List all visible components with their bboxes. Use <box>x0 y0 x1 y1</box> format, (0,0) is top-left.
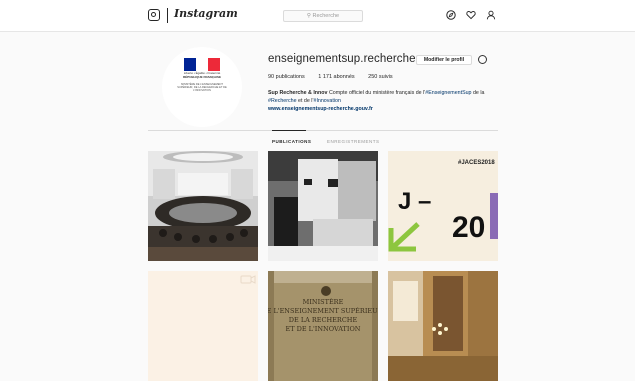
search-input[interactable]: ⚲ Recherche <box>283 10 363 22</box>
settings-gear-icon[interactable] <box>478 55 487 64</box>
website-link[interactable]: www.enseignementsup-recherche.gouv.fr <box>268 106 373 112</box>
profile-stats: 90 publications 1 171 abonnés 250 suivis <box>268 74 405 80</box>
logo-republic-text: RÉPUBLIQUE FRANÇAISE <box>182 74 221 79</box>
post-thumbnail-interior[interactable] <box>388 271 498 381</box>
jaces-hashtag: #JACES2018 <box>458 160 495 166</box>
profile-avatar[interactable]: Liberté • Égalité • Fraternité RÉPUBLIQU… <box>162 47 242 127</box>
top-navigation-bar: Instagram ⚲ Recherche <box>0 0 635 32</box>
interior-chandelier-image <box>388 271 498 381</box>
search-placeholder: Recherche <box>312 13 340 19</box>
profile-user-icon[interactable] <box>486 10 496 20</box>
active-tab-indicator <box>272 130 306 131</box>
followers-count[interactable]: 1 171 abonnés <box>318 74 354 80</box>
french-flag-logo <box>184 58 220 71</box>
jaces-j-text: J – <box>398 188 431 215</box>
edit-profile-button[interactable]: Modifier le profil <box>416 55 472 65</box>
explore-compass-icon[interactable] <box>446 10 456 20</box>
bio-text-3: et de l' <box>298 98 314 104</box>
post-thumbnail-ministry-sign[interactable]: MINISTÈRE DE L'ENSEIGNEMENT SUPÉRIEUR, D… <box>268 271 378 381</box>
post-thumbnail-jaces-countdown[interactable]: #JACES2018 J – 20 <box>388 151 498 261</box>
sign-line-2: DE L'ENSEIGNEMENT SUPÉRIEUR, <box>268 306 378 315</box>
profile-username: enseignementsup.recherche <box>268 53 416 65</box>
posts-count: 90 publications <box>268 74 305 80</box>
tab-saved[interactable]: ENREGISTREMENTS <box>327 139 380 144</box>
bio-text-1: Compte officiel du ministère français de… <box>328 90 426 96</box>
bio-name: Sup Recherche & Innov <box>268 90 328 96</box>
instagram-logo[interactable]: Instagram <box>174 7 238 20</box>
post-thumbnail-video[interactable] <box>148 271 258 381</box>
nav-divider <box>167 8 168 23</box>
following-count[interactable]: 250 suivis <box>368 74 392 80</box>
sign-line-3: DE LA RECHERCHE <box>289 316 358 324</box>
logo-motto: Liberté • Égalité • Fraternité RÉPUBLIQU… <box>180 71 224 79</box>
bio-text-2: de la <box>472 90 485 96</box>
post-thumbnail-exhibition-stand[interactable] <box>268 151 378 261</box>
tab-publications[interactable]: PUBLICATIONS <box>272 139 311 144</box>
sign-line-1: MINISTÈRE <box>303 297 344 306</box>
post-thumbnail-conference-room[interactable] <box>148 151 258 261</box>
sign-line-4: ET DE L'INNOVATION <box>286 325 361 333</box>
pale-video-image <box>148 271 258 381</box>
activity-heart-icon[interactable] <box>466 10 476 20</box>
hashtag-innovation[interactable]: #Innovation <box>314 98 341 104</box>
hashtag-recherche[interactable]: #Recherche <box>268 98 297 104</box>
tabs-divider <box>148 130 498 131</box>
exhibition-stand-image <box>268 151 378 261</box>
conference-room-image <box>148 151 258 261</box>
profile-bio: Sup Recherche & Innov Compte officiel du… <box>268 89 508 105</box>
jaces-number: 20 <box>452 211 485 244</box>
hashtag-enseignementsup[interactable]: #EnseignementSup <box>425 90 471 96</box>
ministry-sign-image: MINISTÈRE DE L'ENSEIGNEMENT SUPÉRIEUR, D… <box>268 271 378 381</box>
jaces-countdown-graphic: #JACES2018 J – 20 <box>388 151 498 261</box>
logo-ministry-text: MINISTÈRE DE L'ENSEIGNEMENT SUPÉRIEUR, D… <box>177 83 227 93</box>
camera-icon[interactable] <box>148 9 160 21</box>
